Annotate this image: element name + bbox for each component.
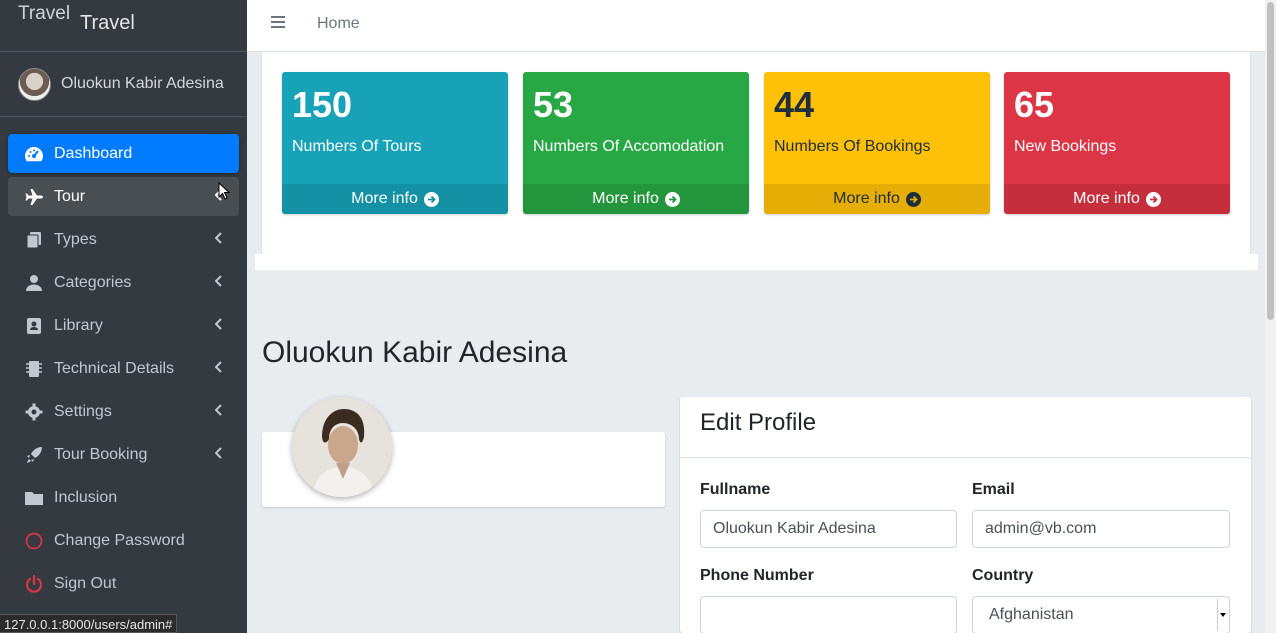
sidebar-item-categories[interactable]: Categories: [8, 263, 239, 302]
user-name[interactable]: Oluokun Kabir Adesina: [61, 75, 224, 93]
avatar[interactable]: [18, 67, 51, 101]
more-info-label: More info: [351, 190, 418, 207]
sidebar-item-label: Technical Details: [54, 359, 175, 377]
page-title: Oluokun Kabir Adesina: [262, 336, 568, 369]
sidebar-nav: Dashboard Tour Types Categories Library …: [0, 134, 247, 603]
arrow-circle-right-icon: [423, 191, 439, 207]
topbar: Home: [247, 0, 1265, 52]
gear-icon: [24, 402, 44, 422]
stat-label: New Bookings: [1014, 138, 1117, 155]
more-info-label: More info: [833, 190, 900, 207]
sidebar-item-label: Sign Out: [54, 574, 117, 592]
stats-card: 150 Numbers Of Tours More info 53 Number…: [262, 52, 1250, 254]
more-info-link[interactable]: More info: [523, 184, 749, 214]
sidebar-item-tour-booking[interactable]: Tour Booking: [8, 435, 239, 474]
more-info-link[interactable]: More info: [282, 184, 508, 214]
email-label: Email: [972, 481, 1015, 498]
user-icon: [24, 273, 44, 293]
stat-label: Numbers Of Bookings: [774, 138, 931, 155]
sidebar-item-label: Categories: [54, 273, 132, 291]
menu-toggle-icon[interactable]: [271, 16, 285, 30]
phone-field[interactable]: [700, 596, 957, 633]
chevron-left-icon[interactable]: [215, 447, 223, 459]
microchip-icon: [24, 359, 44, 379]
circle-icon: [24, 531, 44, 551]
chevron-left-icon[interactable]: [215, 361, 223, 373]
stat-label: Numbers Of Accomodation: [533, 138, 725, 155]
copy-icon: [24, 230, 44, 250]
arrow-circle-right-icon: [664, 191, 680, 207]
mouse-cursor-icon: [218, 182, 230, 200]
scrollbar[interactable]: [1265, 0, 1276, 633]
stat-label: Numbers Of Tours: [292, 138, 422, 155]
sidebar-item-library[interactable]: Library: [8, 306, 239, 345]
country-label: Country: [972, 567, 1034, 584]
chevron-left-icon[interactable]: [215, 318, 223, 330]
profile-avatar[interactable]: [292, 397, 392, 497]
tachometer-icon: [24, 144, 44, 164]
sidebar-item-label: Types: [54, 230, 97, 248]
sidebar-item-types[interactable]: Types: [8, 220, 239, 259]
divider: [255, 254, 1258, 270]
brand[interactable]: Travel Travel: [0, 0, 247, 52]
country-select[interactable]: Afghanistan: [972, 596, 1230, 633]
stat-value: 53: [533, 84, 574, 125]
sidebar-item-label: Tour Booking: [54, 445, 148, 463]
home-link[interactable]: Home: [317, 15, 360, 33]
more-info-link[interactable]: More info: [1004, 184, 1230, 214]
chevron-left-icon[interactable]: [215, 404, 223, 416]
sidebar-item-label: Change Password: [54, 531, 185, 549]
fullname-field[interactable]: Oluokun Kabir Adesina: [700, 510, 957, 548]
sidebar-item-dashboard[interactable]: Dashboard: [8, 134, 239, 173]
sidebar: Travel Travel Oluokun Kabir Adesina Dash…: [0, 0, 247, 633]
sidebar-item-sign-out[interactable]: Sign Out: [8, 564, 239, 603]
stat-box-bookings: 44 Numbers Of Bookings More info: [764, 72, 990, 214]
sidebar-item-change-password[interactable]: Change Password: [8, 521, 239, 560]
country-value: Afghanistan: [989, 606, 1074, 623]
power-icon: [24, 574, 44, 594]
arrow-circle-right-icon: [905, 191, 921, 207]
address-book-icon: [24, 316, 44, 336]
sidebar-item-label: Dashboard: [54, 144, 133, 162]
stat-value: 150: [292, 84, 353, 125]
rocket-icon: [24, 445, 44, 465]
chevron-down-icon[interactable]: [1217, 599, 1227, 631]
sidebar-item-label: Library: [54, 316, 103, 334]
stat-box-new-bookings: 65 New Bookings More info: [1004, 72, 1230, 214]
sidebar-item-label: Settings: [54, 402, 112, 420]
email-field[interactable]: admin@vb.com: [972, 510, 1230, 548]
status-url: 127.0.0.1:8000/users/admin#: [0, 614, 178, 633]
fullname-label: Fullname: [700, 481, 771, 498]
chevron-left-icon[interactable]: [215, 232, 223, 244]
brand-name[interactable]: Travel: [80, 12, 135, 35]
user-panel: Oluokun Kabir Adesina: [0, 52, 247, 117]
arrow-circle-right-icon: [1145, 191, 1161, 207]
sidebar-item-label: Tour: [54, 187, 86, 205]
sidebar-item-settings[interactable]: Settings: [8, 392, 239, 431]
sidebar-item-technical-details[interactable]: Technical Details: [8, 349, 239, 388]
sidebar-item-inclusion[interactable]: Inclusion: [8, 478, 239, 517]
edit-profile-card: Edit Profile Fullname Oluokun Kabir Ades…: [680, 397, 1251, 633]
sidebar-item-tour[interactable]: Tour: [8, 177, 239, 216]
more-info-label: More info: [592, 190, 659, 207]
stat-box-tours: 150 Numbers Of Tours More info: [282, 72, 508, 214]
stat-box-accomodation: 53 Numbers Of Accomodation More info: [523, 72, 749, 214]
phone-label: Phone Number: [700, 567, 814, 584]
stat-value: 65: [1014, 84, 1055, 125]
more-info-label: More info: [1073, 190, 1140, 207]
plane-icon: [24, 187, 44, 207]
chevron-left-icon[interactable]: [215, 275, 223, 287]
folder-icon: [24, 488, 44, 508]
scrollbar-thumb[interactable]: [1267, 2, 1274, 320]
more-info-link[interactable]: More info: [764, 184, 990, 214]
stat-value: 44: [774, 84, 815, 125]
brand-logo: Travel: [18, 3, 71, 24]
edit-profile-title: Edit Profile: [680, 397, 1251, 458]
sidebar-item-label: Inclusion: [54, 488, 118, 506]
